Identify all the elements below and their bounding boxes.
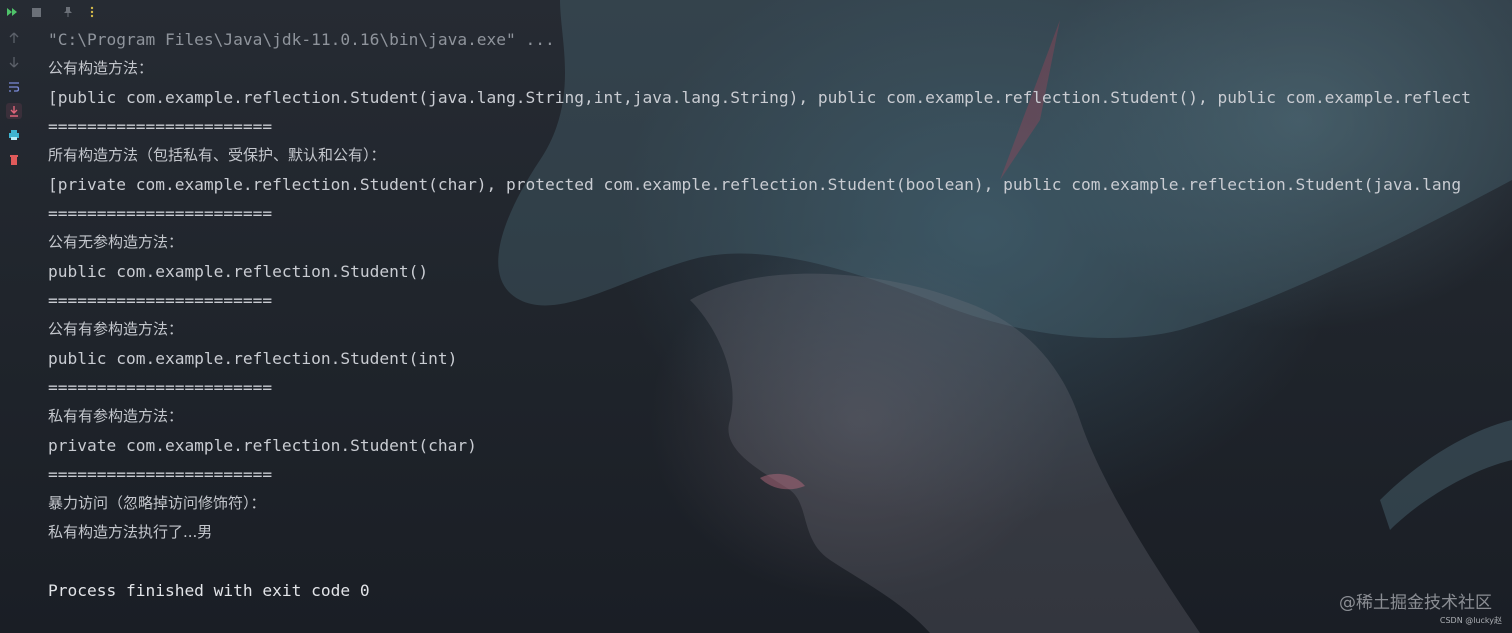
separator-line: ======================= <box>48 291 273 310</box>
more-options-icon[interactable] <box>84 4 100 20</box>
csdn-watermark: CSDN @lucky赵 <box>1439 616 1502 625</box>
output-line: 所有构造方法（包括私有、受保护、默认和公有）： <box>48 146 386 164</box>
run-toolbar <box>0 0 120 24</box>
console-gutter <box>0 24 28 633</box>
output-line: private com.example.reflection.Student(c… <box>48 436 477 455</box>
output-line: 私有有参构造方法： <box>48 407 184 425</box>
output-line: 公有有参构造方法： <box>48 320 184 338</box>
separator-line: ======================= <box>48 378 273 397</box>
clear-all-icon[interactable] <box>6 152 22 168</box>
pin-icon[interactable] <box>60 4 76 20</box>
output-line: [public com.example.reflection.Student(j… <box>48 88 1471 107</box>
output-line: 公有构造方法： <box>48 59 154 77</box>
juejin-watermark: @稀土掘金技术社区 <box>1339 593 1492 613</box>
output-line: public com.example.reflection.Student() <box>48 262 429 281</box>
process-finished-line: Process finished with exit code 0 <box>48 581 370 600</box>
separator-line: ======================= <box>48 465 273 484</box>
rerun-icon[interactable] <box>4 4 20 20</box>
output-line: 公有无参构造方法： <box>48 233 184 251</box>
soft-wrap-icon[interactable] <box>6 79 22 95</box>
output-line: [private com.example.reflection.Student(… <box>48 175 1462 194</box>
scroll-up-icon[interactable] <box>6 30 22 46</box>
output-line: 暴力访问（忽略掉访问修饰符）： <box>48 494 266 512</box>
separator-line: ======================= <box>48 204 273 223</box>
stop-icon[interactable] <box>28 4 44 20</box>
command-line: "C:\Program Files\Java\jdk-11.0.16\bin\j… <box>48 30 555 49</box>
output-line: 私有构造方法执行了...男 <box>48 523 213 541</box>
scroll-to-end-icon[interactable] <box>6 103 22 119</box>
output-line: public com.example.reflection.Student(in… <box>48 349 458 368</box>
separator-line: ======================= <box>48 117 273 136</box>
print-icon[interactable] <box>6 127 22 143</box>
run-tool-window: "C:\Program Files\Java\jdk-11.0.16\bin\j… <box>0 0 1512 633</box>
console-output[interactable]: "C:\Program Files\Java\jdk-11.0.16\bin\j… <box>48 24 1512 614</box>
scroll-down-icon[interactable] <box>6 54 22 70</box>
